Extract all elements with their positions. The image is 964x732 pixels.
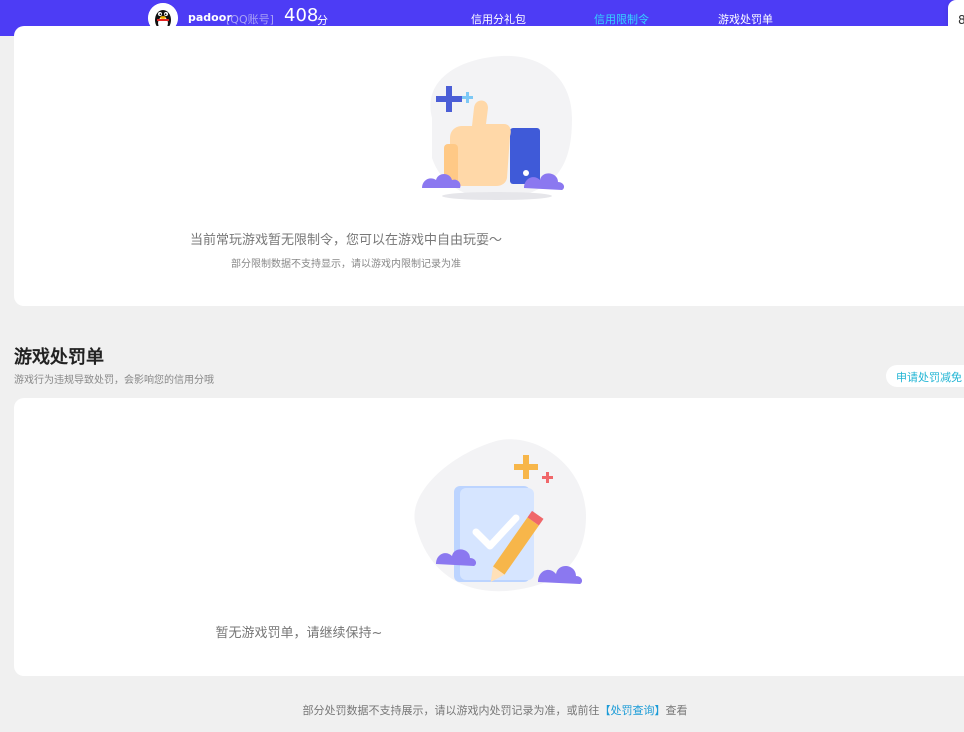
apply-penalty-reduction-button[interactable]: 申请处罚减免 xyxy=(886,365,964,387)
penalty-card: 暂无游戏罚单，请继续保持~ xyxy=(14,398,964,676)
footer-note: 部分处罚数据不支持展示，请以游戏内处罚记录为准，或前往【处罚查询】查看 xyxy=(0,702,964,718)
tab-credit-gift[interactable]: 信用分礼包 xyxy=(471,11,526,27)
floating-panel-text: 8 xyxy=(958,13,964,27)
penalty-empty-message: 暂无游戏罚单，请继续保持~ xyxy=(215,626,383,641)
restriction-note: 部分限制数据不支持显示，请以游戏内限制记录为准 xyxy=(231,259,461,270)
penalty-query-link[interactable]: 【处罚查询】 xyxy=(600,704,666,717)
tab-credit-restriction[interactable]: 信用限制令 xyxy=(594,11,649,27)
tab-game-penalty[interactable]: 游戏处罚单 xyxy=(718,11,773,27)
footer-text: 部分处罚数据不支持展示，请以游戏内处罚记录为准，或前往 xyxy=(302,704,600,717)
credit-score: 408 xyxy=(284,5,319,26)
section-title: 游戏处罚单 xyxy=(14,347,104,368)
thumbs-up-illustration-icon xyxy=(422,55,572,200)
restriction-message: 当前常玩游戏暂无限制令，您可以在游戏中自由玩耍～ xyxy=(189,233,502,248)
section-subtitle: 游戏行为违规导致处罚，会影响您的信用分哦 xyxy=(14,375,214,386)
account-type-label: [QQ账号] xyxy=(226,13,274,26)
restriction-card: 当前常玩游戏暂无限制令，您可以在游戏中自由玩耍～ 部分限制数据不支持显示，请以游… xyxy=(14,26,964,306)
footer-text-after: 查看 xyxy=(665,704,688,717)
clipboard-check-illustration-icon xyxy=(414,439,586,592)
